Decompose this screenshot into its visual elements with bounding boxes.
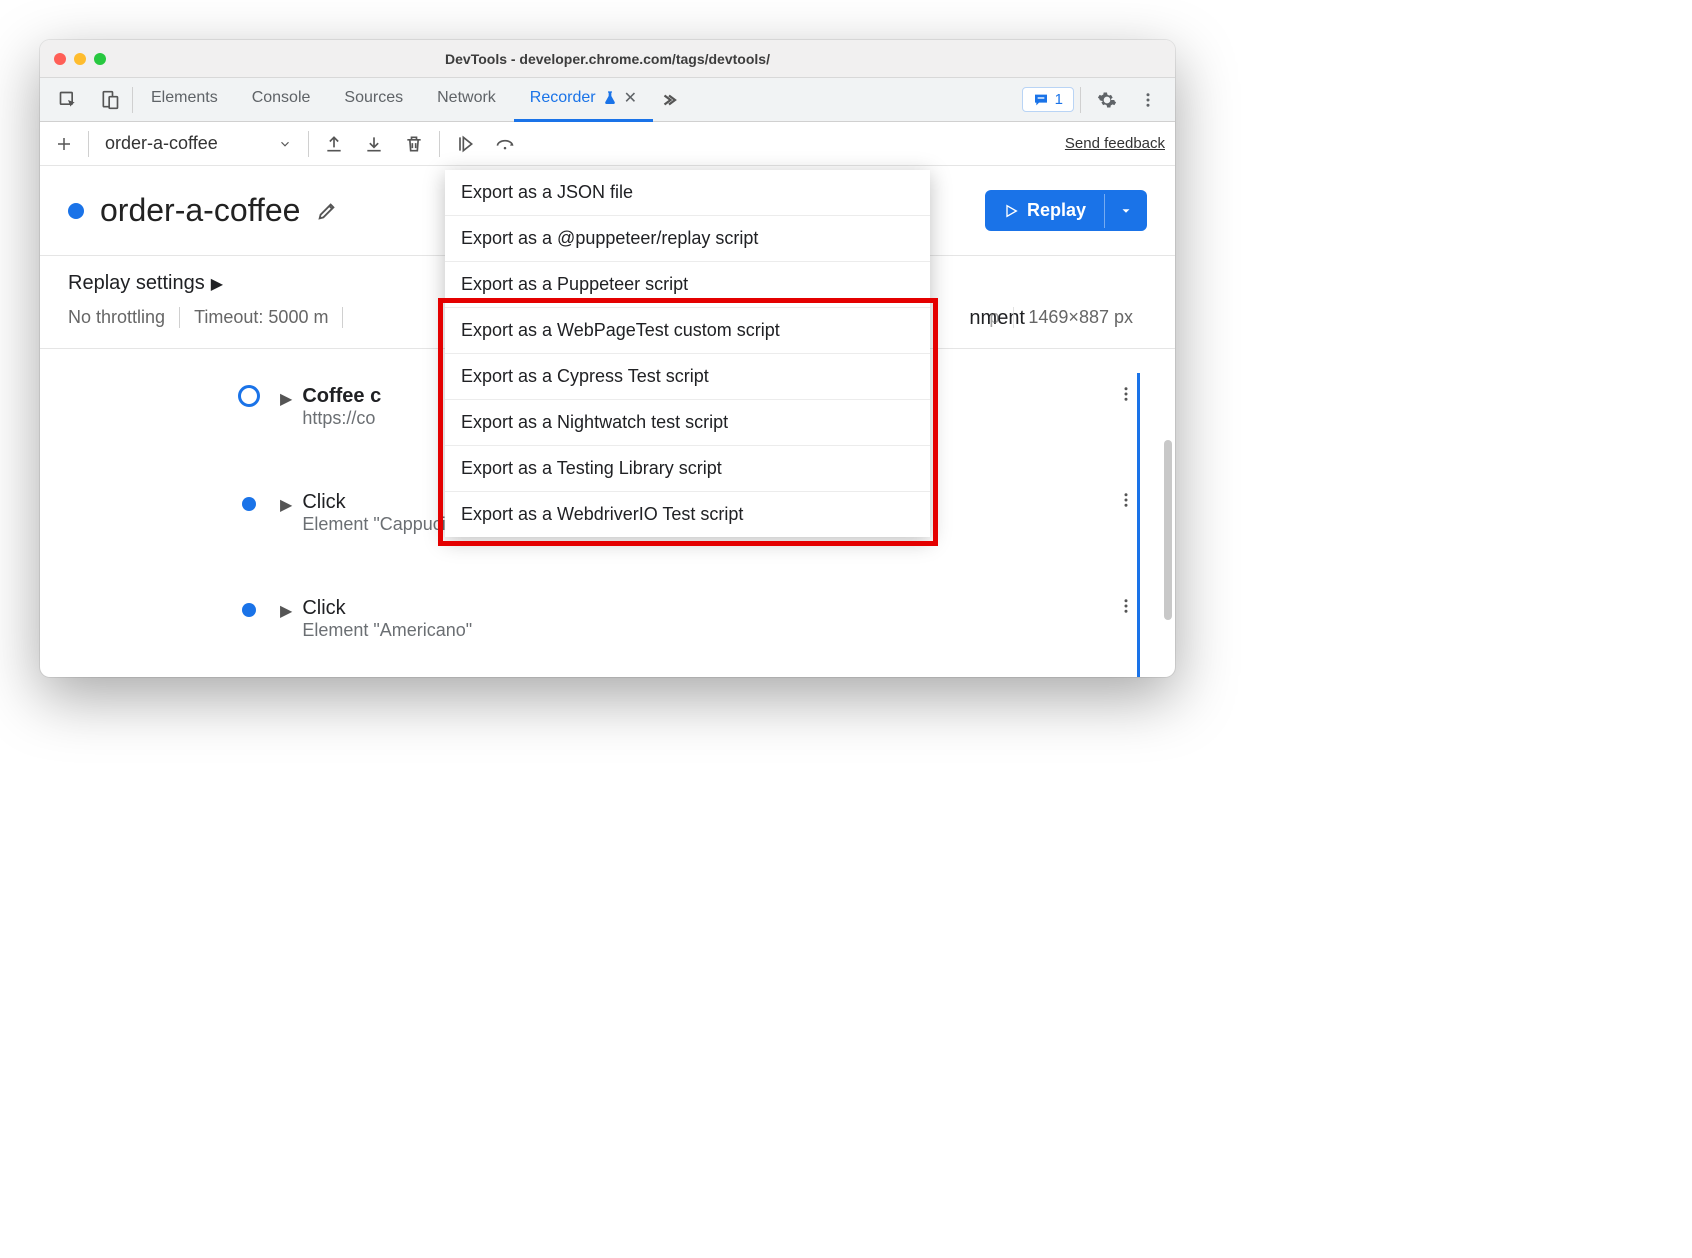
- recording-status-dot: [68, 203, 84, 219]
- play-icon: [1003, 203, 1019, 219]
- delete-button[interactable]: [399, 129, 429, 159]
- recording-selector[interactable]: order-a-coffee: [99, 133, 298, 154]
- replay-dropdown-button[interactable]: [1104, 194, 1147, 228]
- export-menu-item[interactable]: Export as a JSON file: [445, 170, 930, 216]
- throttling-value[interactable]: No throttling: [68, 307, 180, 328]
- new-recording-button[interactable]: [50, 135, 78, 153]
- recording-selector-value: order-a-coffee: [105, 133, 218, 154]
- recorder-toolbar: order-a-coffee Send feedback: [40, 122, 1175, 166]
- send-feedback-link[interactable]: Send feedback: [1065, 135, 1165, 152]
- export-menu: Export as a JSON file Export as a @puppe…: [445, 170, 930, 537]
- import-button[interactable]: [359, 129, 389, 159]
- tab-label: Elements: [151, 89, 218, 107]
- export-menu-item[interactable]: Export as a WebdriverIO Test script: [445, 492, 930, 537]
- tab-elements[interactable]: Elements: [135, 78, 234, 122]
- divider: [132, 87, 133, 113]
- settings-gear-icon[interactable]: [1087, 90, 1127, 110]
- export-button[interactable]: [319, 129, 349, 159]
- viewport-value: 1469×887 px: [1014, 307, 1147, 328]
- titlebar: DevTools - developer.chrome.com/tags/dev…: [40, 40, 1175, 78]
- devtools-tabstrip: Elements Console Sources Network Recorde…: [40, 78, 1175, 122]
- export-menu-item[interactable]: Export as a Cypress Test script: [445, 354, 930, 400]
- divider: [308, 131, 309, 157]
- step-menu-icon[interactable]: [1117, 491, 1135, 509]
- scrollbar[interactable]: [1164, 440, 1172, 620]
- device-toolbar-icon[interactable]: [90, 78, 130, 122]
- tab-sources[interactable]: Sources: [328, 78, 419, 122]
- window-title: DevTools - developer.chrome.com/tags/dev…: [40, 51, 1175, 67]
- divider: [88, 131, 89, 157]
- step-over-button[interactable]: [490, 129, 520, 159]
- tab-label: Network: [437, 89, 496, 107]
- minimize-window-button[interactable]: [74, 53, 86, 65]
- step-subtitle: https://co: [302, 408, 381, 429]
- tab-recorder[interactable]: Recorder ✕: [514, 78, 653, 122]
- export-menu-item[interactable]: Export as a Testing Library script: [445, 446, 930, 492]
- export-menu-item[interactable]: Export as a Puppeteer script: [445, 262, 930, 308]
- timeline-marker: [242, 497, 256, 511]
- chevron-down-icon: [278, 137, 292, 151]
- divider: [1080, 87, 1081, 113]
- devtools-window: DevTools - developer.chrome.com/tags/dev…: [40, 40, 1175, 677]
- tab-label: Console: [252, 89, 311, 107]
- close-window-button[interactable]: [54, 53, 66, 65]
- replay-button-main[interactable]: Replay: [985, 190, 1104, 231]
- inspect-element-icon[interactable]: [48, 78, 88, 122]
- expand-step-icon[interactable]: ▶: [280, 389, 292, 409]
- replay-button[interactable]: Replay: [985, 190, 1147, 231]
- step-row: ▶ Click Element "Americano": [40, 591, 1175, 647]
- timeline-line: [1137, 373, 1140, 677]
- chat-icon: [1033, 92, 1049, 108]
- close-tab-icon[interactable]: ✕: [624, 88, 637, 108]
- step-menu-icon[interactable]: [1117, 385, 1135, 403]
- tab-label: Sources: [344, 89, 403, 107]
- expand-step-icon[interactable]: ▶: [280, 495, 292, 515]
- tab-label: Recorder: [530, 89, 596, 107]
- recording-title: order-a-coffee: [100, 192, 300, 229]
- issues-count: 1: [1055, 91, 1063, 108]
- timeout-value[interactable]: Timeout: 5000 m: [180, 307, 343, 328]
- replay-label: Replay: [1027, 200, 1086, 221]
- traffic-lights: [54, 53, 106, 65]
- issues-badge[interactable]: 1: [1022, 87, 1074, 112]
- export-menu-item[interactable]: Export as a @puppeteer/replay script: [445, 216, 930, 262]
- timeline-marker: [242, 603, 256, 617]
- flask-icon: [602, 90, 618, 106]
- maximize-window-button[interactable]: [94, 53, 106, 65]
- divider: [439, 131, 440, 157]
- tabs-overflow-icon[interactable]: [655, 91, 689, 109]
- tab-console[interactable]: Console: [236, 78, 327, 122]
- step-menu-icon[interactable]: [1117, 597, 1135, 615]
- env-trunc: p: [975, 307, 1014, 328]
- step-subtitle: Element "Americano": [302, 620, 472, 641]
- main-menu-icon[interactable]: [1129, 91, 1167, 109]
- export-menu-item[interactable]: Export as a Nightwatch test script: [445, 400, 930, 446]
- settings-heading-label: Replay settings: [68, 272, 205, 295]
- step-title: Click: [302, 597, 472, 620]
- tab-network[interactable]: Network: [421, 78, 512, 122]
- caret-right-icon: ▶: [211, 274, 223, 294]
- step-through-button[interactable]: [450, 129, 480, 159]
- timeline-start-marker: [238, 385, 260, 407]
- edit-title-button[interactable]: [316, 200, 338, 222]
- export-menu-item[interactable]: Export as a WebPageTest custom script: [445, 308, 930, 354]
- expand-step-icon[interactable]: ▶: [280, 601, 292, 621]
- step-title: Coffee c: [302, 385, 381, 408]
